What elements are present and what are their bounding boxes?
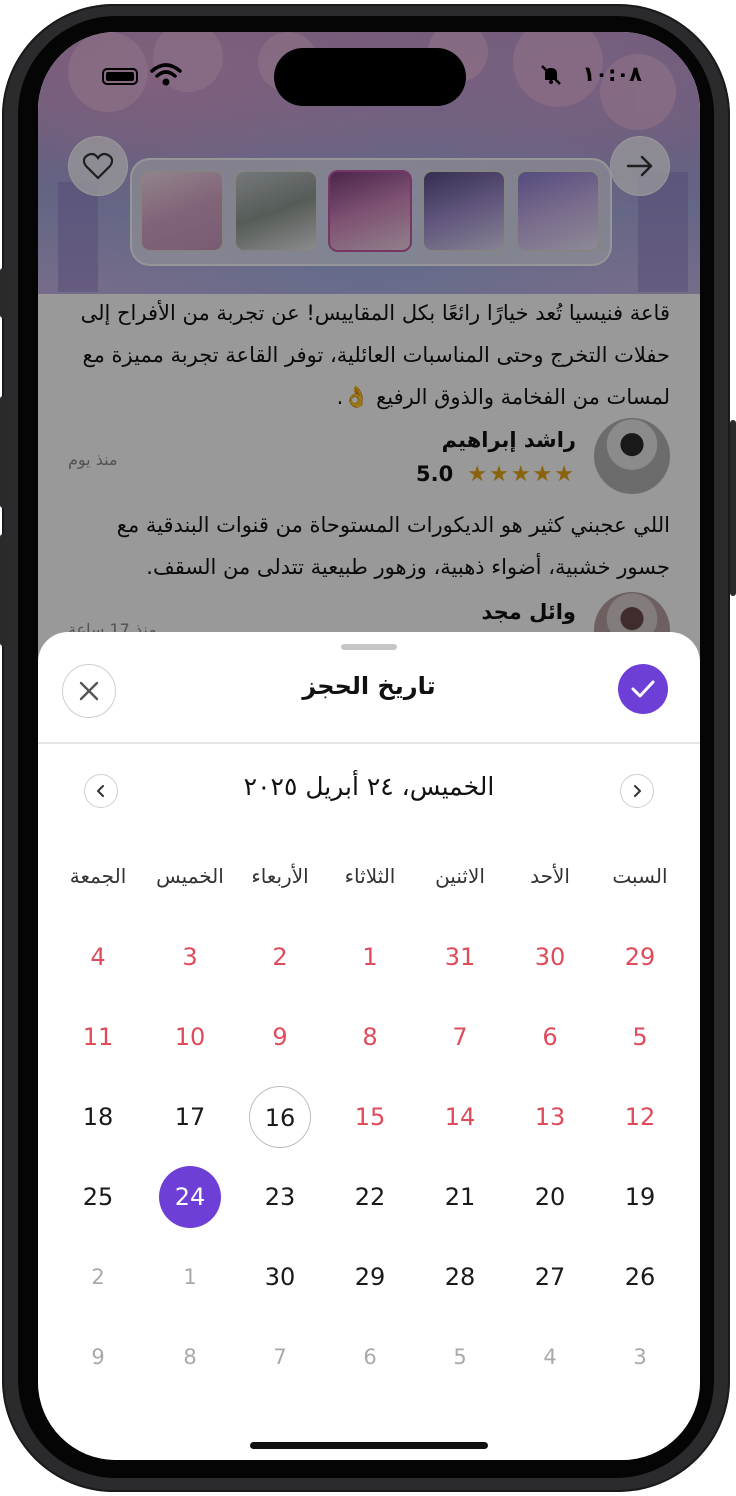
calendar-day[interactable]: 13 — [519, 1086, 581, 1148]
power-button — [730, 420, 736, 596]
sheet-grabber[interactable] — [341, 644, 397, 650]
calendar-day: 7 — [273, 1345, 287, 1369]
screen: ١٠:٠٨ قاعة فنيسيا تُعد خيارًا رائعًا بكل… — [38, 32, 700, 1460]
calendar-day[interactable]: 21 — [429, 1166, 491, 1228]
calendar-day[interactable]: 17 — [159, 1086, 221, 1148]
calendar-day[interactable]: 29 — [609, 926, 671, 988]
calendar-day[interactable]: 6 — [519, 1006, 581, 1068]
calendar-day: 3 — [633, 1345, 647, 1369]
calendar-day[interactable]: 31 — [429, 926, 491, 988]
chevron-right-icon — [634, 785, 641, 797]
volume-up-button — [0, 396, 6, 508]
calendar-day[interactable]: 10 — [159, 1006, 221, 1068]
next-month-button[interactable] — [620, 774, 654, 808]
calendar-day[interactable]: 26 — [609, 1246, 671, 1308]
calendar-day[interactable]: 28 — [429, 1246, 491, 1308]
selected-date-label: الخميس، ٢٤ أبريل ٢٠٢٥ — [243, 772, 495, 801]
calendar-day[interactable]: 22 — [339, 1166, 401, 1228]
calendar-day: 9 — [91, 1345, 105, 1369]
calendar-day: 8 — [183, 1345, 197, 1369]
calendar-day[interactable]: 25 — [67, 1166, 129, 1228]
calendar-day: 4 — [543, 1345, 557, 1369]
calendar-day-today[interactable]: 16 — [249, 1086, 311, 1148]
date-picker-sheet: تاريخ الحجز الخميس، ٢٤ أبريل ٢٠٢٥ السبت ا… — [38, 632, 700, 1460]
calendar-day[interactable]: 12 — [609, 1086, 671, 1148]
calendar-day[interactable]: 20 — [519, 1166, 581, 1228]
checkmark-icon — [631, 680, 655, 698]
weekday-label: الاثنين — [435, 864, 485, 888]
calendar-day[interactable]: 3 — [159, 926, 221, 988]
confirm-button[interactable] — [618, 664, 668, 714]
calendar-day[interactable]: 27 — [519, 1246, 581, 1308]
calendar-day[interactable]: 30 — [249, 1246, 311, 1308]
calendar-day[interactable]: 23 — [249, 1166, 311, 1228]
volume-down-button — [0, 534, 6, 646]
weekday-label: الثلاثاء — [344, 864, 396, 888]
calendar-day: 5 — [453, 1345, 467, 1369]
mute-switch — [0, 268, 6, 318]
sheet-title: تاريخ الحجز — [302, 672, 436, 700]
weekday-label: الخميس — [156, 864, 224, 888]
calendar-day: 2 — [91, 1265, 105, 1289]
calendar-day[interactable]: 11 — [67, 1006, 129, 1068]
calendar-day[interactable]: 15 — [339, 1086, 401, 1148]
weekday-label: الجمعة — [69, 864, 127, 888]
calendar-day[interactable]: 4 — [67, 926, 129, 988]
calendar-day-selected[interactable]: 24 — [159, 1166, 221, 1228]
weekday-label: الأحد — [530, 864, 570, 888]
calendar-day[interactable]: 8 — [339, 1006, 401, 1068]
home-indicator[interactable] — [250, 1442, 488, 1449]
calendar-day: 1 — [183, 1265, 197, 1289]
calendar-day[interactable]: 29 — [339, 1246, 401, 1308]
calendar-day[interactable]: 2 — [249, 926, 311, 988]
calendar-day[interactable]: 30 — [519, 926, 581, 988]
divider — [38, 742, 700, 744]
weekday-label: الأربعاء — [251, 864, 309, 888]
calendar-day: 6 — [363, 1345, 377, 1369]
calendar-day[interactable]: 5 — [609, 1006, 671, 1068]
calendar-day[interactable]: 18 — [67, 1086, 129, 1148]
calendar-day[interactable]: 7 — [429, 1006, 491, 1068]
calendar-day[interactable]: 14 — [429, 1086, 491, 1148]
calendar-day[interactable]: 1 — [339, 926, 401, 988]
weekday-label: السبت — [612, 864, 668, 888]
calendar-day[interactable]: 9 — [249, 1006, 311, 1068]
calendar-day[interactable]: 19 — [609, 1166, 671, 1228]
